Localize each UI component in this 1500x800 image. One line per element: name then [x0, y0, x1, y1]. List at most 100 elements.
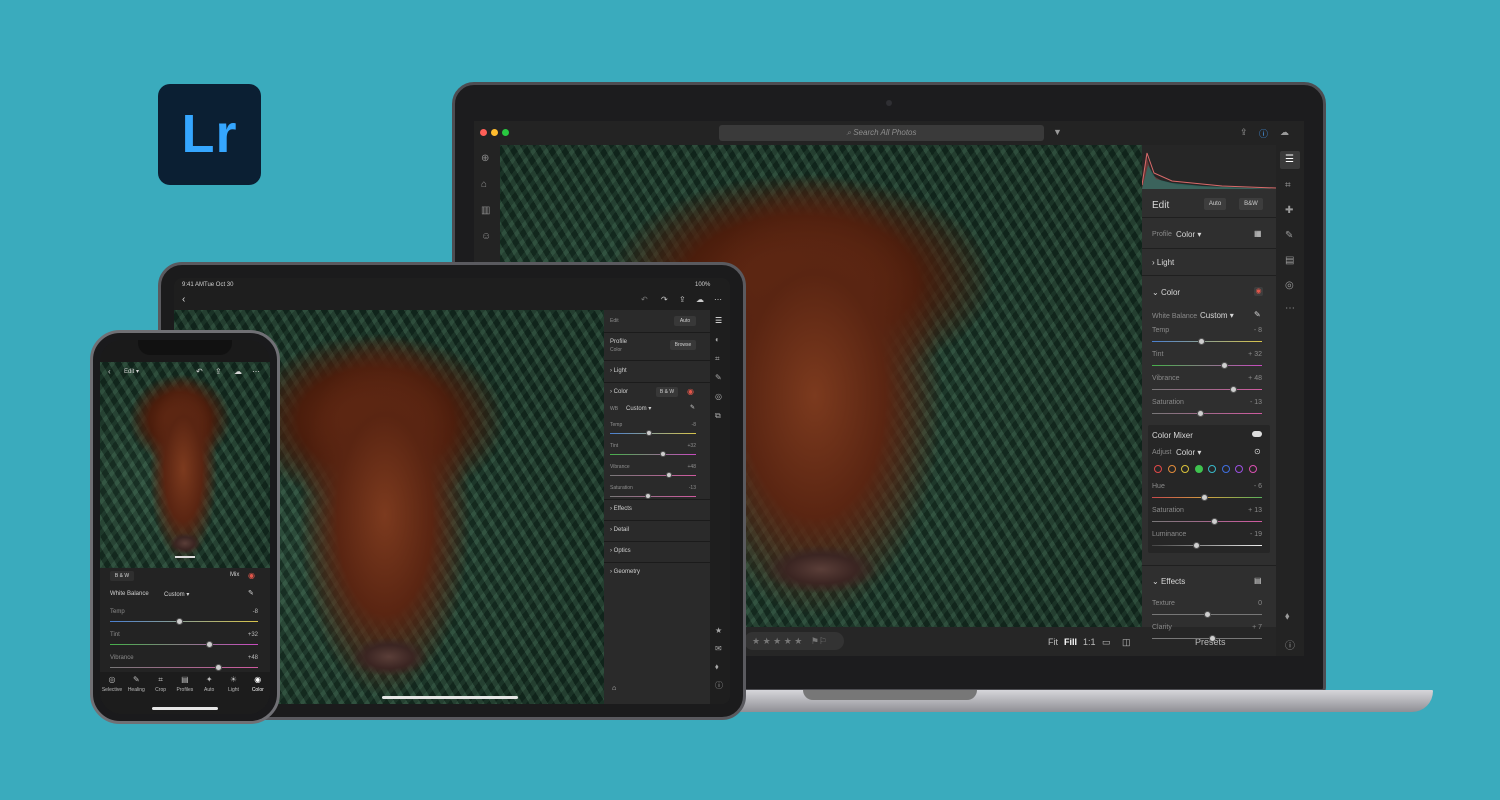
brush-icon[interactable]: ✎	[715, 373, 722, 382]
auto-tab-icon[interactable]: ✦	[197, 675, 221, 684]
more-icon[interactable]: ⋯	[1285, 303, 1295, 314]
slider-track[interactable]	[610, 454, 696, 455]
mixer-color-swatch[interactable]	[1167, 465, 1176, 473]
undo-icon[interactable]: ↶	[196, 367, 203, 376]
add-photos-icon[interactable]: ⊕	[481, 153, 489, 164]
color-section[interactable]: ⌄ Color	[1152, 288, 1180, 297]
slider-knob[interactable]	[176, 617, 184, 625]
slider-track[interactable]	[610, 496, 696, 497]
light-section[interactable]: › Light	[1152, 258, 1174, 267]
adjust-dropdown[interactable]: Color ▾	[1176, 448, 1201, 457]
eyedropper-icon[interactable]: ✎	[248, 589, 254, 597]
selective-tab-icon[interactable]: ◎	[100, 675, 124, 684]
flag-icon[interactable]: ⚑⚐	[811, 636, 827, 646]
versions-icon[interactable]: ⌂	[612, 685, 616, 692]
help-icon[interactable]: ⓘ	[1259, 127, 1268, 140]
effects-section[interactable]: ⌄ Effects	[1152, 577, 1185, 586]
effects-preset-icon[interactable]: ▤	[1254, 576, 1262, 585]
mixer-color-swatch[interactable]	[1248, 465, 1257, 473]
fill-button[interactable]: Fill	[1064, 637, 1077, 647]
slider-track[interactable]	[1152, 389, 1262, 390]
eyedropper-icon[interactable]: ✎	[690, 404, 695, 411]
crop-icon[interactable]: ⌗	[1285, 180, 1291, 191]
slider-track[interactable]	[1152, 638, 1262, 639]
tag-icon[interactable]: ⬧	[1285, 611, 1290, 622]
bw-button[interactable]: B & W	[656, 387, 678, 397]
slider-knob[interactable]	[1201, 493, 1209, 501]
slider-knob[interactable]	[1221, 361, 1229, 369]
bw-button[interactable]: B & W	[110, 571, 134, 581]
mixer-color-swatch[interactable]	[1154, 465, 1162, 473]
targeted-adjust-icon[interactable]: ⊙	[1254, 447, 1261, 456]
wb-dropdown[interactable]: Custom ▾	[626, 405, 651, 412]
slider-knob[interactable]	[666, 472, 673, 478]
auto-button[interactable]: Auto	[674, 316, 696, 326]
light-tab-icon[interactable]: ☀	[222, 675, 246, 684]
slider-knob[interactable]	[1229, 385, 1237, 393]
color-mixer-toggle[interactable]	[1252, 431, 1262, 437]
color-mixer-icon[interactable]: ◉	[687, 387, 694, 396]
cloud-icon[interactable]: ☁	[234, 367, 242, 376]
mixer-color-swatch[interactable]	[1221, 465, 1230, 473]
slider-track[interactable]	[610, 433, 696, 434]
section-detail[interactable]: › Detail	[610, 527, 629, 533]
light-section[interactable]: › Light	[610, 368, 627, 374]
back-icon[interactable]: ‹	[108, 367, 111, 376]
compare-view-icon[interactable]: ▭	[1102, 637, 1111, 648]
slider-knob[interactable]	[214, 663, 222, 671]
library-icon[interactable]: ▥	[481, 205, 490, 216]
bw-button[interactable]: B&W	[1239, 198, 1263, 210]
slider-knob[interactable]	[660, 451, 667, 457]
filter-icon[interactable]: ▼	[1053, 127, 1062, 137]
tab-light[interactable]: Light	[222, 687, 246, 693]
redo-icon[interactable]: ↷	[661, 295, 668, 304]
slider-knob[interactable]	[205, 640, 213, 648]
crop-tab-icon[interactable]: ⌗	[149, 675, 173, 685]
tab-selective[interactable]: Selective	[100, 687, 124, 693]
slider-knob[interactable]	[1196, 409, 1204, 417]
cloud-sync-icon[interactable]: ☁	[1280, 127, 1289, 138]
slider-track[interactable]	[110, 644, 258, 645]
browse-button[interactable]: Browse	[670, 340, 696, 350]
tab-healing[interactable]: Healing	[124, 687, 148, 693]
undo-icon[interactable]: ↶	[641, 295, 648, 304]
more-icon[interactable]: ⋯	[252, 367, 260, 376]
color-tab-icon[interactable]: ◉	[246, 675, 270, 684]
section-effects[interactable]: › Effects	[610, 506, 632, 512]
slider-knob[interactable]	[1211, 517, 1219, 525]
comment-icon[interactable]: ✉	[715, 644, 722, 653]
profile-browser-icon[interactable]: ▦	[1254, 229, 1262, 238]
slider-track[interactable]	[1152, 545, 1262, 546]
drag-handle[interactable]	[175, 556, 195, 558]
slider-track[interactable]	[110, 621, 258, 622]
versions-icon[interactable]: ⧉	[715, 411, 721, 421]
minimize-window-button[interactable]	[491, 129, 498, 136]
share-icon[interactable]: ⇪	[1240, 127, 1248, 138]
slider-knob[interactable]	[1209, 634, 1216, 642]
more-icon[interactable]: ⋯	[714, 295, 722, 304]
before-after-icon[interactable]: ◫	[1122, 637, 1131, 648]
color-section[interactable]: › Color	[610, 389, 628, 395]
brush-icon[interactable]: ✎	[1285, 230, 1293, 241]
info-icon[interactable]: ⓘ	[715, 680, 723, 691]
star-icon[interactable]: ★	[715, 626, 722, 635]
people-icon[interactable]: ☺	[481, 231, 491, 242]
crop-icon[interactable]: ⌗	[715, 354, 720, 364]
white-balance-dropdown[interactable]: Custom ▾	[164, 591, 189, 598]
white-balance-dropdown[interactable]: Custom ▾	[1200, 311, 1234, 320]
info-icon[interactable]: ⓘ	[1285, 637, 1295, 652]
profiles-tab-icon[interactable]: ▤	[173, 675, 197, 684]
mixer-color-swatch[interactable]	[1235, 465, 1243, 473]
mixer-color-swatch[interactable]	[1208, 465, 1216, 473]
radial-gradient-icon[interactable]: ◎	[1285, 280, 1294, 291]
zoom-window-button[interactable]	[502, 129, 509, 136]
share-icon[interactable]: ⇪	[679, 295, 686, 304]
color-mixer-icon[interactable]: ◉	[248, 571, 255, 580]
tab-crop[interactable]: Crop	[149, 687, 173, 693]
section-optics[interactable]: › Optics	[610, 548, 631, 554]
section-geometry[interactable]: › Geometry	[610, 569, 640, 575]
close-window-button[interactable]	[480, 129, 487, 136]
slider-track[interactable]	[1152, 365, 1262, 366]
cloud-icon[interactable]: ☁	[696, 295, 704, 304]
tag-icon[interactable]: ⬧	[715, 662, 719, 672]
